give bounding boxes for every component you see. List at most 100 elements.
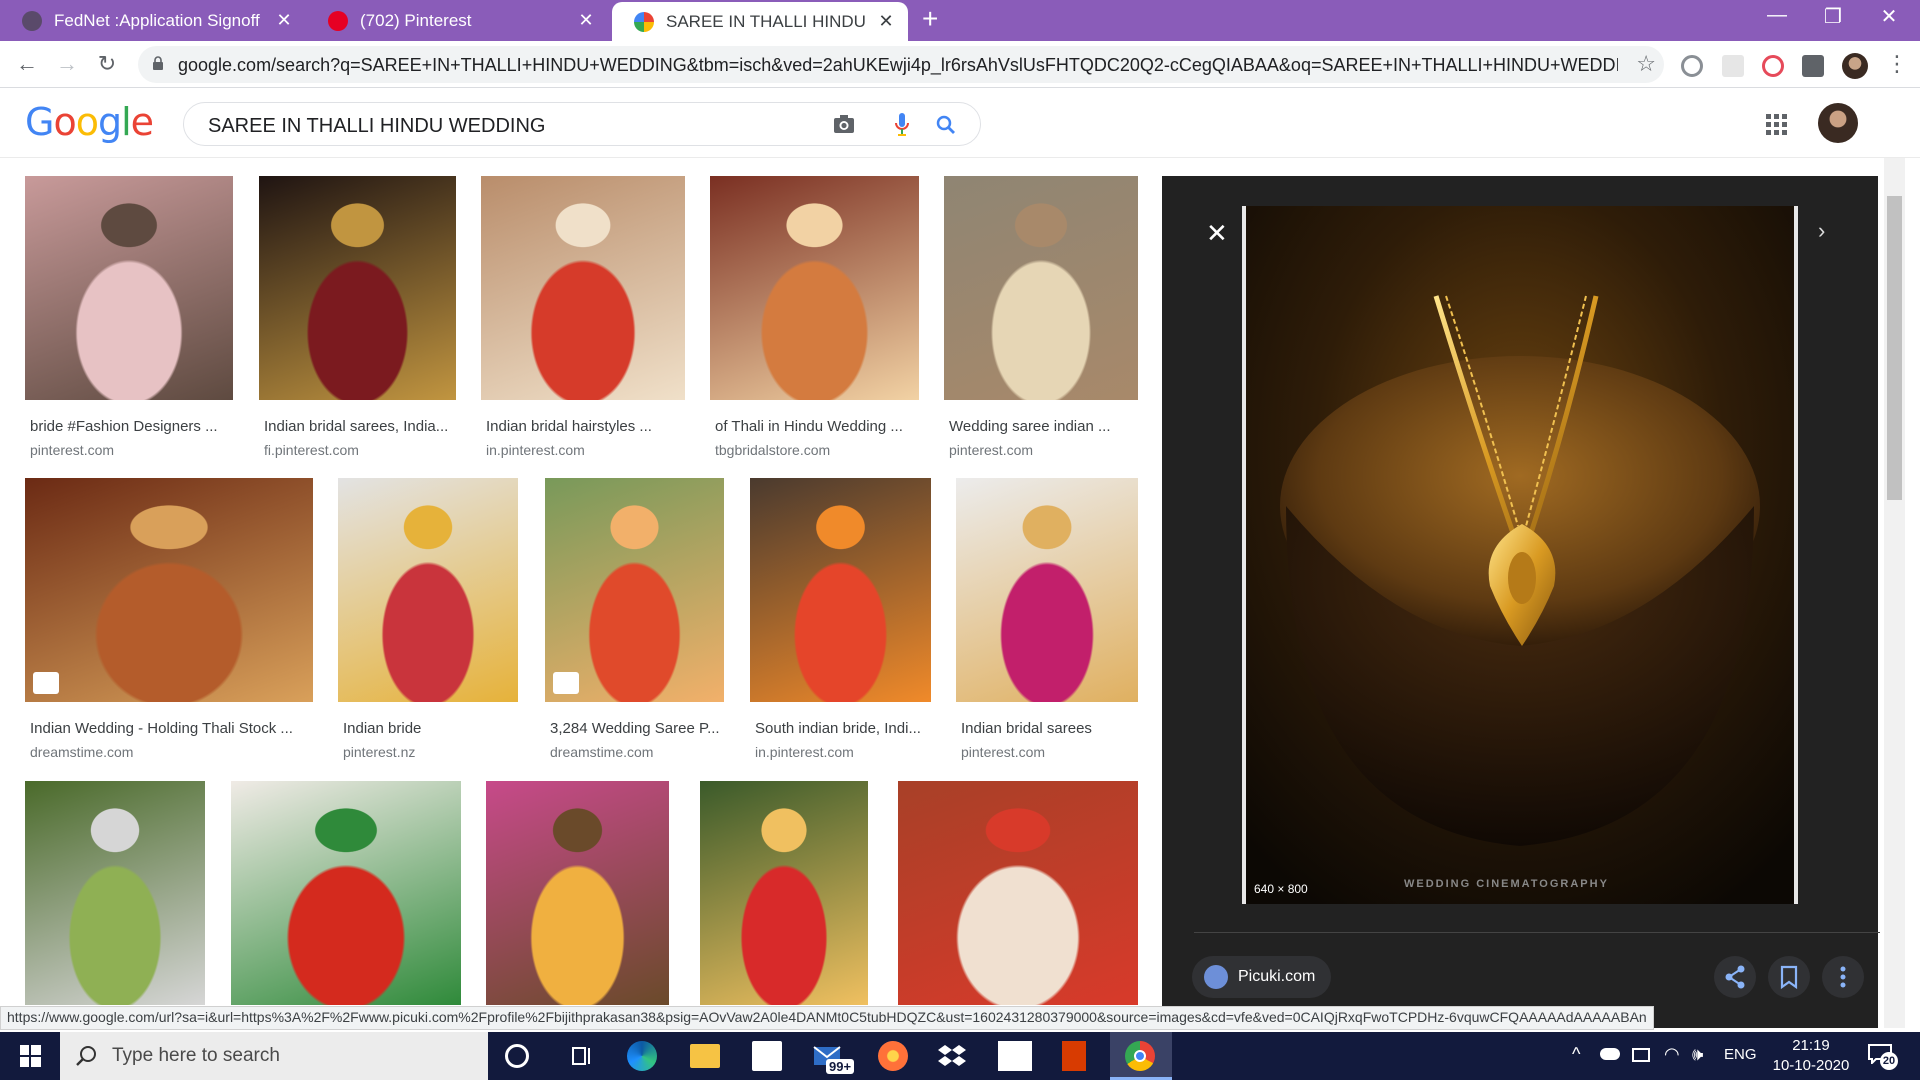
result-caption[interactable]: Indian bridal sarees, India... [264,418,448,435]
more-options-button[interactable] [1822,956,1864,998]
image-result[interactable]: of Thali in Hindu Wedding ... tbgbridalst… [710,176,919,460]
tab-google-search[interactable]: SAREE IN THALLI HINDU WEDDIN ✕ [612,2,908,41]
search-box[interactable]: SAREE IN THALLI HINDU WEDDING [183,102,981,146]
result-thumbnail[interactable] [486,781,669,1005]
image-result[interactable] [898,781,1138,1005]
new-tab-button[interactable]: + [922,3,938,35]
result-thumbnail[interactable] [944,176,1138,400]
source-site-chip[interactable]: Picuki.com [1192,956,1332,998]
result-thumbnail[interactable] [710,176,919,400]
google-account-avatar[interactable] [1818,103,1858,143]
google-apps-icon[interactable] [1766,114,1788,136]
onedrive-icon[interactable] [1600,1048,1620,1060]
result-thumbnail[interactable] [25,781,205,1005]
reload-icon[interactable]: ↻ [92,49,122,79]
taskbar-chrome-active[interactable] [1110,1032,1172,1080]
tab-fednet[interactable]: FedNet :Application Signoff ✕ [0,0,306,41]
close-tab-icon[interactable]: ✕ [274,10,294,31]
office-icon[interactable] [1062,1041,1086,1071]
result-thumbnail[interactable] [259,176,456,400]
task-view-icon[interactable] [566,1041,596,1071]
minimize-icon[interactable]: — [1752,4,1802,27]
image-result[interactable]: Indian bridal sarees, India... fi.pintere… [259,176,456,460]
extension-icon[interactable] [1681,55,1703,77]
system-clock[interactable]: 21:19 10-10-2020 [1764,1036,1858,1076]
tab-pinterest[interactable]: (702) Pinterest ✕ [306,0,608,41]
save-button[interactable] [1768,956,1810,998]
image-result[interactable]: Indian bride pinterest.nz [338,478,518,762]
result-caption[interactable]: Indian Wedding - Holding Thali Stock ... [30,720,293,737]
result-caption[interactable]: bride #Fashion Designers ... [30,418,218,435]
puzzle-extensions-icon[interactable] [1802,55,1824,77]
extension-icon[interactable] [1762,55,1784,77]
camera-search-icon[interactable] [833,114,855,134]
forward-icon[interactable]: → [52,49,82,79]
preview-image[interactable]: 640 × 800 WEDDING CINEMATOGRAPHY [1242,206,1798,904]
search-input[interactable]: SAREE IN THALLI HINDU WEDDING [208,115,545,138]
close-tab-icon[interactable]: ✕ [576,10,596,31]
close-tab-icon[interactable]: ✕ [876,11,896,32]
image-result[interactable]: bride #Fashion Designers ... pinterest.co… [25,176,233,460]
profile-avatar[interactable] [1842,53,1868,79]
address-bar[interactable]: google.com/search?q=SAREE+IN+THALLI+HIND… [138,46,1664,83]
back-icon[interactable]: ← [12,49,42,79]
result-thumbnail[interactable] [231,781,461,1005]
wifi-icon[interactable]: ◠ [1664,1044,1680,1065]
image-result[interactable] [486,781,669,1005]
result-caption[interactable]: 3,284 Wedding Saree P... [550,720,720,737]
result-thumbnail[interactable] [481,176,685,400]
store-icon[interactable] [752,1041,782,1071]
firefox-icon[interactable] [878,1041,908,1071]
result-caption[interactable]: Indian bridal hairstyles ... [486,418,652,435]
page-scrollbar-thumb[interactable] [1887,196,1902,500]
browser-menu-icon[interactable]: ⋮ [1882,49,1912,79]
result-thumbnail[interactable] [956,478,1138,702]
result-thumbnail[interactable] [898,781,1138,1005]
image-result[interactable]: Wedding saree indian ... pinterest.com [944,176,1138,460]
battery-icon[interactable] [1632,1048,1650,1062]
share-button[interactable] [1714,956,1756,998]
image-result[interactable]: Indian bridal hairstyles ... in.pinterest… [481,176,685,460]
image-result[interactable] [231,781,461,1005]
url-text: google.com/search?q=SAREE+IN+THALLI+HIND… [178,55,1618,75]
search-icon[interactable] [936,115,956,135]
image-result[interactable]: Indian bridal sarees pinterest.com [956,478,1138,762]
close-window-icon[interactable]: ✕ [1864,4,1914,29]
extension-icon[interactable] [1722,55,1744,77]
image-result[interactable]: South indian bride, Indi... in.pinterest.… [750,478,931,762]
result-caption[interactable]: Indian bride [343,720,421,737]
result-thumbnail[interactable] [25,176,233,400]
google-logo[interactable]: Google [25,100,154,144]
amazon-icon[interactable] [998,1041,1032,1071]
microphone-icon[interactable] [895,113,909,137]
result-caption[interactable]: Wedding saree indian ... [949,418,1111,435]
windows-start-icon[interactable] [12,1044,48,1068]
result-thumbnail[interactable] [338,478,518,702]
volume-icon[interactable]: 🕪 [1692,1044,1703,1065]
result-thumbnail[interactable] [545,478,724,702]
close-preview-icon[interactable]: ✕ [1206,218,1228,249]
image-result[interactable]: Indian Wedding - Holding Thali Stock ...… [25,478,313,762]
result-caption[interactable]: Indian bridal sarees [961,720,1092,737]
cortana-icon[interactable] [505,1044,529,1068]
image-result[interactable] [700,781,868,1005]
result-thumbnail[interactable] [700,781,868,1005]
restore-icon[interactable]: ❐ [1808,4,1858,29]
result-thumbnail[interactable] [750,478,931,702]
next-image-icon[interactable]: › [1818,218,1825,244]
result-caption[interactable]: South indian bride, Indi... [755,720,921,737]
language-indicator[interactable]: ENG [1724,1046,1757,1063]
link-status-url: https://www.google.com/url?sa=i&url=http… [0,1006,1654,1030]
taskbar-search-box[interactable]: Type here to search [60,1032,488,1080]
result-caption[interactable]: of Thali in Hindu Wedding ... [715,418,903,435]
show-hidden-icons-icon[interactable]: ^ [1572,1044,1580,1065]
file-explorer-icon[interactable] [690,1044,720,1068]
mail-icon[interactable]: 99+ [812,1041,855,1074]
image-result[interactable] [25,781,205,1005]
dropbox-icon[interactable] [937,1041,967,1071]
notification-center-icon[interactable]: 20 [1868,1042,1898,1070]
edge-icon[interactable] [627,1041,657,1071]
image-result[interactable]: 3,284 Wedding Saree P... dreamstime.com [545,478,724,762]
bookmark-star-icon[interactable]: ☆ [1636,51,1656,77]
result-thumbnail[interactable] [25,478,313,702]
